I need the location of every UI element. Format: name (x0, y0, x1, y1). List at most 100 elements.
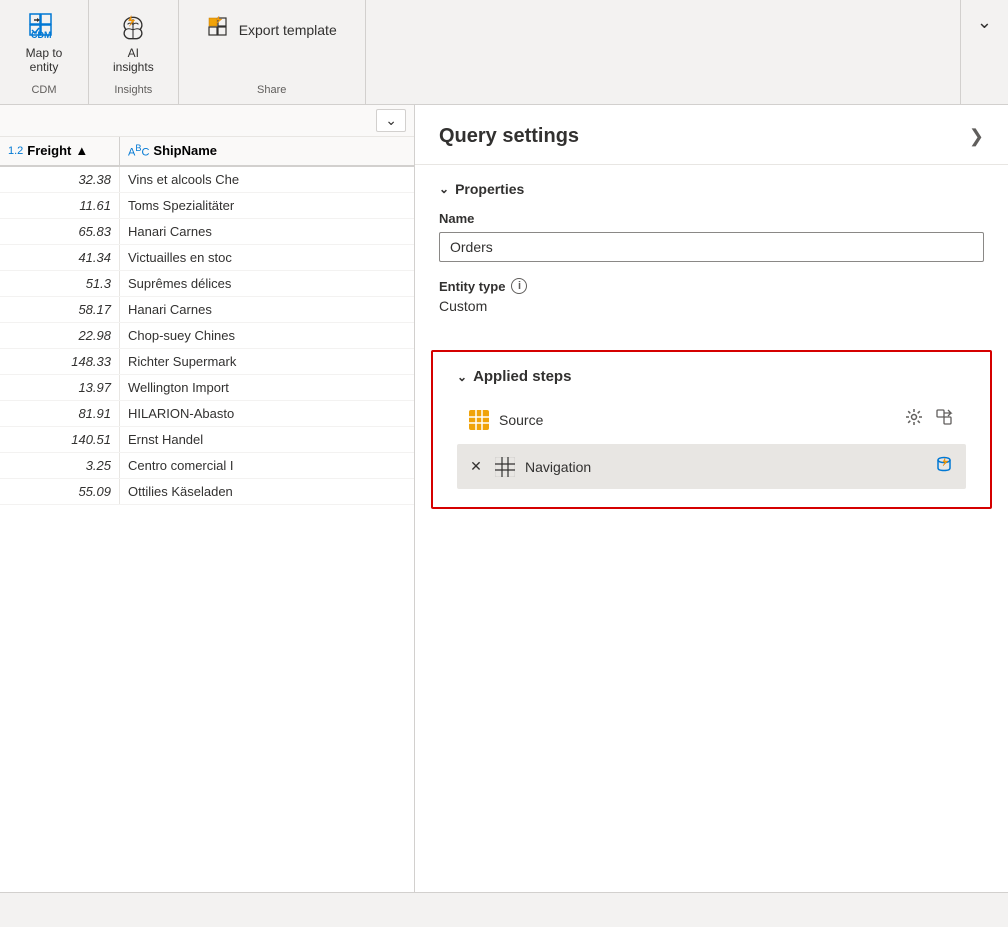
cell-shipname: Hanari Carnes (120, 297, 414, 322)
source-step-actions (902, 405, 956, 434)
table-row[interactable]: 41.34 Victuailles en stoc (0, 245, 414, 271)
freight-type-badge: 1.2 (8, 145, 23, 157)
table-body[interactable]: 32.38 Vins et alcools Che 11.61 Toms Spe… (0, 167, 414, 892)
table-row[interactable]: 32.38 Vins et alcools Che (0, 167, 414, 193)
source-settings-icon[interactable] (902, 405, 926, 434)
status-bar (0, 892, 1008, 927)
table-row[interactable]: 55.09 Ottilies Käseladen (0, 479, 414, 505)
export-template-label: Export template (239, 22, 337, 38)
cdm-map-icon: CDM (28, 12, 60, 44)
cell-freight: 22.98 (0, 323, 120, 348)
cell-shipname: Ernst Handel (120, 427, 414, 452)
ai-insights-label: AIinsights (113, 46, 154, 75)
name-field-input[interactable] (439, 232, 984, 262)
export-template-button[interactable]: Export template (195, 8, 349, 51)
cell-freight: 32.38 (0, 167, 120, 192)
name-field-label: Name (439, 211, 984, 226)
properties-chevron-icon: ⌄ (439, 182, 449, 196)
entity-type-text: Entity type (439, 279, 505, 294)
properties-label: Properties (455, 181, 524, 197)
sort-icon: ▲ (75, 143, 88, 158)
data-table-panel: ⌄ 1.2 Freight ▲ ABC ShipName 32.38 Vins … (0, 105, 415, 892)
cell-shipname: Centro comercial I (120, 453, 414, 478)
source-navigate-icon[interactable] (932, 405, 956, 434)
cell-shipname: Victuailles en stoc (120, 245, 414, 270)
shipname-column-header[interactable]: ABC ShipName (120, 137, 414, 165)
source-step-icon (467, 408, 491, 432)
navigation-step-icon (493, 455, 517, 479)
navigation-step-name: Navigation (525, 459, 924, 475)
cell-shipname: Suprêmes délices (120, 271, 414, 296)
export-icon (207, 16, 231, 43)
cell-shipname: Vins et alcools Che (120, 167, 414, 192)
applied-steps-header: ⌄ Applied steps (457, 368, 966, 385)
main-content: ⌄ 1.2 Freight ▲ ABC ShipName 32.38 Vins … (0, 105, 1008, 892)
table-row[interactable]: 81.91 HILARION-Abasto (0, 401, 414, 427)
step-navigation[interactable]: ✕ Navigation (457, 444, 966, 489)
table-row[interactable]: 58.17 Hanari Carnes (0, 297, 414, 323)
cell-shipname: Hanari Carnes (120, 219, 414, 244)
applied-steps-section: ⌄ Applied steps Source (431, 350, 992, 509)
cell-shipname: Richter Supermark (120, 349, 414, 374)
table-header: 1.2 Freight ▲ ABC ShipName (0, 137, 414, 167)
toolbar-share-group: Export template Share (179, 0, 366, 104)
navigation-step-actions (932, 452, 956, 481)
cell-freight: 11.61 (0, 193, 120, 218)
cell-freight: 55.09 (0, 479, 120, 504)
cell-shipname: HILARION-Abasto (120, 401, 414, 426)
navigation-delete-button[interactable]: ✕ (467, 458, 485, 476)
cell-freight: 81.91 (0, 401, 120, 426)
cell-freight: 148.33 (0, 349, 120, 374)
toolbar-insights-group: AIinsights Insights (89, 0, 179, 104)
freight-column-label: Freight (27, 143, 71, 158)
step-source[interactable]: Source (457, 397, 966, 442)
source-step-name: Source (499, 412, 894, 428)
cell-freight: 3.25 (0, 453, 120, 478)
freight-column-header[interactable]: 1.2 Freight ▲ (0, 137, 120, 165)
navigation-action-icon[interactable] (932, 452, 956, 481)
cell-freight: 51.3 (0, 271, 120, 296)
properties-section-header: ⌄ Properties (439, 181, 984, 197)
table-row[interactable]: 65.83 Hanari Carnes (0, 219, 414, 245)
applied-steps-chevron-icon: ⌄ (457, 370, 467, 384)
entity-type-value: Custom (439, 298, 984, 314)
cdm-group-label: CDM (31, 84, 56, 96)
cell-shipname: Chop-suey Chines (120, 323, 414, 348)
dropdown-bar: ⌄ (0, 105, 414, 137)
cell-freight: 140.51 (0, 427, 120, 452)
table-row[interactable]: 3.25 Centro comercial I (0, 453, 414, 479)
entity-type-info-icon[interactable]: i (511, 278, 527, 294)
toolbar-collapse-area: ⌄ (960, 0, 1008, 104)
ai-brain-icon (117, 12, 149, 44)
column-dropdown-button[interactable]: ⌄ (376, 109, 406, 132)
cell-freight: 58.17 (0, 297, 120, 322)
properties-section: ⌄ Properties Name Entity type i Custom (415, 165, 1008, 350)
ai-insights-button[interactable]: AIinsights (105, 8, 162, 79)
table-row[interactable]: 22.98 Chop-suey Chines (0, 323, 414, 349)
cell-freight: 41.34 (0, 245, 120, 270)
table-row[interactable]: 51.3 Suprêmes délices (0, 271, 414, 297)
map-to-entity-label: Map toentity (26, 46, 63, 75)
query-settings-panel: Query settings ❯ ⌄ Properties Name Entit… (415, 105, 1008, 892)
insights-group-label: Insights (114, 84, 152, 96)
toolbar: CDM Map toentity CDM (0, 0, 1008, 105)
map-to-entity-button[interactable]: CDM Map toentity (16, 8, 72, 79)
shipname-type-badge: ABC (128, 143, 149, 159)
shipname-column-label: ShipName (153, 143, 217, 158)
table-row[interactable]: 13.97 Wellington Import (0, 375, 414, 401)
applied-steps-label: Applied steps (473, 368, 571, 385)
collapse-ribbon-button[interactable]: ⌄ (969, 8, 1000, 37)
cell-shipname: Ottilies Käseladen (120, 479, 414, 504)
table-row[interactable]: 11.61 Toms Spezialitäter (0, 193, 414, 219)
cell-shipname: Wellington Import (120, 375, 414, 400)
cell-freight: 13.97 (0, 375, 120, 400)
table-row[interactable]: 148.33 Richter Supermark (0, 349, 414, 375)
table-row[interactable]: 140.51 Ernst Handel (0, 427, 414, 453)
query-settings-title: Query settings (439, 125, 579, 148)
cell-freight: 65.83 (0, 219, 120, 244)
toolbar-cdm-group: CDM Map toentity CDM (0, 0, 89, 104)
share-group-label: Share (257, 84, 286, 96)
expand-panel-button[interactable]: ❯ (969, 126, 984, 147)
entity-type-label-row: Entity type i (439, 278, 984, 294)
query-settings-header: Query settings ❯ (415, 105, 1008, 165)
